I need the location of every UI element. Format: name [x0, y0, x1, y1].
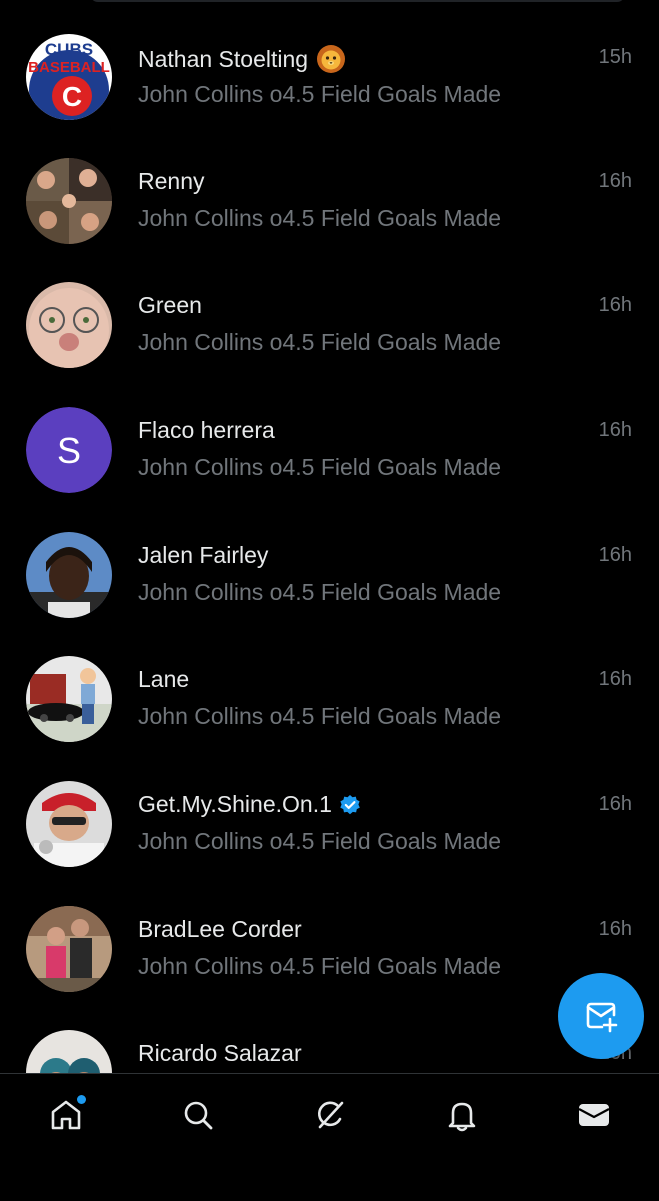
search-icon: [184, 1101, 213, 1130]
notification-dot: [77, 1095, 86, 1104]
sender-name: BradLee Corder: [138, 916, 302, 942]
timestamp: 16h: [598, 793, 632, 815]
timestamp: 16h: [598, 544, 632, 566]
tab-messages[interactable]: [569, 1090, 619, 1140]
conversation-row[interactable]: Renny John Collins o4.5 Field Goals Made…: [0, 124, 659, 248]
timestamp: 15h: [598, 46, 632, 68]
message-preview: John Collins o4.5 Field Goals Made: [138, 454, 502, 480]
notifications-icon: [448, 1102, 476, 1132]
sender-name: Green: [138, 292, 202, 318]
timestamp: 16h: [598, 170, 632, 192]
avatar: [26, 1030, 112, 1073]
messages-icon: [578, 1104, 610, 1126]
conversation-row[interactable]: Get.My.Shine.On.1 John Collins o4.5 Fiel…: [0, 747, 659, 871]
message-preview: John Collins o4.5 Field Goals Made: [138, 703, 502, 729]
sender-name: Jalen Fairley: [138, 542, 269, 568]
avatar: [26, 158, 112, 244]
conversation-row[interactable]: Green John Collins o4.5 Field Goals Made…: [0, 248, 659, 372]
sender-name: Flaco herrera: [138, 417, 275, 443]
tab-search[interactable]: [173, 1090, 223, 1140]
conversation-row[interactable]: CUBS BASEBALL C Nathan Stoelting John Co…: [0, 0, 659, 124]
message-preview: John Collins o4.5 Field Goals Made: [138, 329, 502, 355]
sender-name: Get.My.Shine.On.1: [138, 791, 361, 818]
sender-name-text: Get.My.Shine.On.1: [138, 791, 332, 817]
avatar: CUBS BASEBALL C: [26, 34, 112, 120]
sender-name: Lane: [138, 666, 190, 692]
grok-icon: [318, 1101, 344, 1129]
message-preview: John Collins o4.5 Field Goals Made: [138, 205, 502, 231]
avatar: [26, 282, 112, 368]
avatar: [26, 656, 112, 742]
sender-name-text: Nathan Stoelting: [138, 45, 309, 72]
tab-home[interactable]: [41, 1090, 91, 1140]
timestamp: 16h: [598, 419, 632, 441]
tab-grok[interactable]: [305, 1090, 355, 1140]
avatar: [26, 781, 112, 867]
tab-notifications[interactable]: [437, 1090, 487, 1140]
message-preview: John Collins o4.5 Field Goals Made: [138, 579, 502, 605]
timestamp: 16h: [598, 668, 632, 690]
avatar-text-cubs: CUBS: [45, 40, 93, 59]
avatar: S: [26, 407, 112, 493]
conversation-row[interactable]: Lane John Collins o4.5 Field Goals Made …: [0, 622, 659, 746]
message-preview: John Collins o4.5 Field Goals Made: [138, 81, 502, 107]
avatar-text-baseball: BASEBALL: [28, 59, 110, 76]
verified-badge-icon: [339, 794, 361, 816]
conversation-row[interactable]: Jalen Fairley John Collins o4.5 Field Go…: [0, 498, 659, 622]
new-message-button[interactable]: [558, 973, 644, 1059]
conversation-row[interactable]: S Flaco herrera John Collins o4.5 Field …: [0, 373, 659, 497]
avatar: [26, 532, 112, 618]
new-message-icon: [586, 1002, 618, 1033]
avatar: [26, 906, 112, 992]
sender-name: Ricardo Salazar: [138, 1040, 302, 1066]
messages-list: CUBS BASEBALL C Nathan Stoelting John Co…: [0, 0, 659, 1073]
sender-name: Renny: [138, 168, 205, 194]
avatar-letter: S: [57, 430, 81, 471]
message-preview: John Collins o4.5 Field Goals Made: [138, 953, 502, 979]
sender-name: Nathan Stoelting: [138, 44, 346, 74]
avatar-letter: C: [62, 81, 82, 112]
bottom-tab-bar: [0, 1073, 659, 1201]
lion-emoji-icon: [316, 44, 346, 74]
conversation-row[interactable]: BradLee Corder John Collins o4.5 Field G…: [0, 872, 659, 996]
timestamp: 16h: [598, 294, 632, 316]
timestamp: 16h: [598, 918, 632, 940]
message-preview: John Collins o4.5 Field Goals Made: [138, 828, 502, 854]
